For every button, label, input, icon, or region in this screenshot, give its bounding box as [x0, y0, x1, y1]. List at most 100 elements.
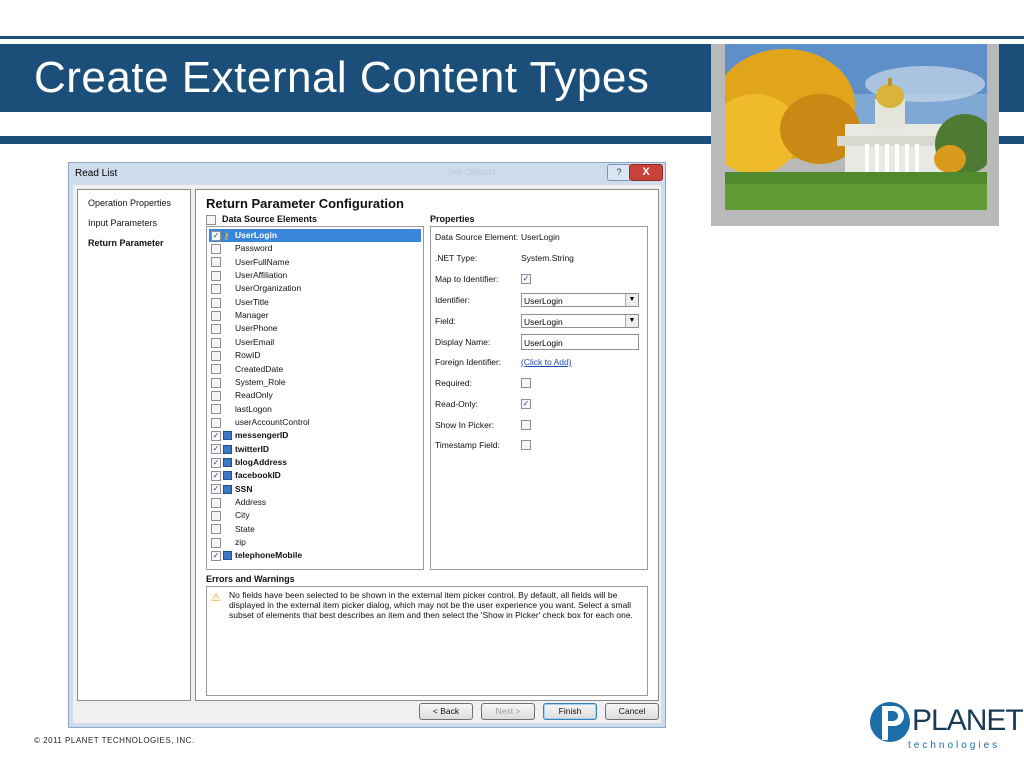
element-row[interactable]: ✓ blogAddress — [209, 456, 421, 469]
errors-warnings-box: ⚠ No fields have been selected to be sho… — [206, 586, 648, 696]
required-checkbox[interactable] — [521, 377, 531, 388]
finish-button[interactable]: Finish — [543, 703, 597, 720]
element-checkbox[interactable] — [211, 364, 221, 375]
timestamp-field-checkbox[interactable] — [521, 439, 531, 450]
timestamp-field-label: Timestamp Field: — [435, 440, 500, 450]
read-only-label: Read-Only: — [435, 399, 478, 409]
element-checkbox[interactable]: ✓ — [211, 457, 221, 468]
element-row[interactable]: ✓ facebookID — [209, 469, 421, 482]
element-label: RowID — [235, 350, 261, 361]
show-in-picker-label: Show In Picker: — [435, 420, 495, 430]
element-checkbox[interactable] — [211, 297, 221, 308]
element-label: lastLogon — [235, 403, 272, 414]
element-checkbox[interactable] — [211, 417, 221, 428]
element-checkbox[interactable]: ✓ — [211, 484, 221, 495]
capitol-photo-frame — [711, 44, 999, 226]
element-checkbox[interactable] — [211, 377, 221, 388]
cancel-button[interactable]: Cancel — [605, 703, 659, 720]
read-only-checkbox[interactable]: ✓ — [521, 398, 531, 409]
element-checkbox[interactable] — [211, 511, 221, 522]
element-checkbox[interactable]: ✓ — [211, 230, 221, 241]
identifier-label: Identifier: — [435, 295, 470, 305]
element-row[interactable]: Manager — [209, 309, 421, 322]
element-checkbox[interactable] — [211, 270, 221, 281]
element-checkbox[interactable] — [211, 324, 221, 335]
element-row[interactable]: userAccountControl — [209, 416, 421, 429]
key-icon: ⚷ — [223, 231, 230, 241]
element-row[interactable]: State — [209, 523, 421, 536]
element-row[interactable]: Password — [209, 242, 421, 255]
element-row[interactable]: UserEmail — [209, 336, 421, 349]
element-checkbox[interactable] — [211, 350, 221, 361]
element-checkbox[interactable] — [211, 337, 221, 348]
errors-warnings-header: Errors and Warnings — [206, 574, 295, 584]
element-row[interactable]: UserTitle — [209, 296, 421, 309]
element-checkbox[interactable]: ✓ — [211, 471, 221, 482]
element-label: zip — [235, 537, 246, 548]
element-label: blogAddress — [235, 456, 287, 467]
map-to-identifier-checkbox[interactable]: ✓ — [521, 273, 531, 284]
warning-message: No fields have been selected to be shown… — [229, 590, 633, 620]
next-button[interactable]: Next > — [481, 703, 535, 720]
element-row[interactable]: City — [209, 509, 421, 522]
element-row[interactable]: zip — [209, 536, 421, 549]
close-button[interactable]: X — [629, 164, 663, 181]
chevron-down-icon[interactable]: ▼ — [625, 294, 638, 306]
element-row[interactable]: System_Role — [209, 376, 421, 389]
element-checkbox[interactable] — [211, 497, 221, 508]
data-source-elements-header: Data Source Elements — [206, 214, 317, 225]
element-row[interactable]: UserFullName — [209, 256, 421, 269]
logo-word: PLANET — [912, 704, 1024, 737]
element-checkbox[interactable] — [211, 244, 221, 255]
element-row[interactable]: lastLogon — [209, 403, 421, 416]
element-row[interactable]: ✓ messengerID — [209, 429, 421, 442]
field-value: UserLogin — [524, 317, 563, 327]
planet-logo-mark — [870, 702, 910, 742]
element-row[interactable]: ✓ telephoneMobile — [209, 549, 421, 562]
element-row[interactable]: UserOrganization — [209, 282, 421, 295]
nav-input-parameters[interactable]: Input Parameters — [88, 218, 157, 228]
element-row[interactable]: ✓ SSN — [209, 483, 421, 496]
help-button[interactable]: ? — [607, 164, 631, 181]
element-checkbox[interactable] — [211, 390, 221, 401]
display-name-input[interactable]: UserLogin — [521, 334, 639, 350]
chevron-down-icon[interactable]: ▼ — [625, 315, 638, 327]
nav-operation-properties[interactable]: Operation Properties — [88, 198, 171, 208]
required-label: Required: — [435, 378, 472, 388]
element-row[interactable]: ReadOnly — [209, 389, 421, 402]
warning-icon: ⚠ — [211, 592, 221, 604]
element-label: UserPhone — [235, 323, 278, 334]
identifier-combo[interactable]: UserLogin ▼ — [521, 293, 639, 307]
nav-return-parameter[interactable]: Return Parameter — [88, 238, 164, 248]
element-row[interactable]: ✓ ⚷ UserLogin — [209, 229, 421, 242]
element-checkbox[interactable] — [211, 404, 221, 415]
foreign-identifier-add-link[interactable]: (Click to Add) — [521, 357, 572, 367]
back-button[interactable]: < Back — [419, 703, 473, 720]
show-in-picker-checkbox[interactable] — [521, 419, 531, 430]
element-row[interactable]: Address — [209, 496, 421, 509]
element-row[interactable]: CreatedDate — [209, 363, 421, 376]
data-source-element-value: UserLogin — [521, 232, 560, 242]
select-all-checkbox[interactable] — [206, 214, 216, 225]
element-checkbox[interactable]: ✓ — [211, 431, 221, 441]
field-combo[interactable]: UserLogin ▼ — [521, 314, 639, 328]
element-checkbox[interactable]: ✓ — [211, 551, 221, 562]
element-row[interactable]: UserAffiliation — [209, 269, 421, 282]
element-row[interactable]: RowID — [209, 349, 421, 362]
element-checkbox[interactable]: ✓ — [211, 444, 221, 455]
foreign-identifier-label: Foreign Identifier: — [435, 357, 502, 367]
site-objects-ghost-tab: Site Objects — [447, 167, 496, 177]
element-checkbox[interactable] — [211, 524, 221, 535]
section-title: Return Parameter Configuration — [206, 196, 404, 211]
element-checkbox[interactable] — [211, 537, 221, 548]
element-row[interactable]: ✓ twitterID — [209, 443, 421, 456]
element-label: UserEmail — [235, 336, 275, 347]
element-row[interactable]: UserPhone — [209, 322, 421, 335]
element-checkbox[interactable] — [211, 284, 221, 295]
element-label: UserOrganization — [235, 283, 302, 294]
element-label: telephoneMobile — [235, 550, 303, 561]
element-label: SSN — [235, 483, 253, 494]
element-checkbox[interactable] — [211, 257, 221, 268]
table-icon — [223, 457, 232, 467]
element-checkbox[interactable] — [211, 310, 221, 321]
